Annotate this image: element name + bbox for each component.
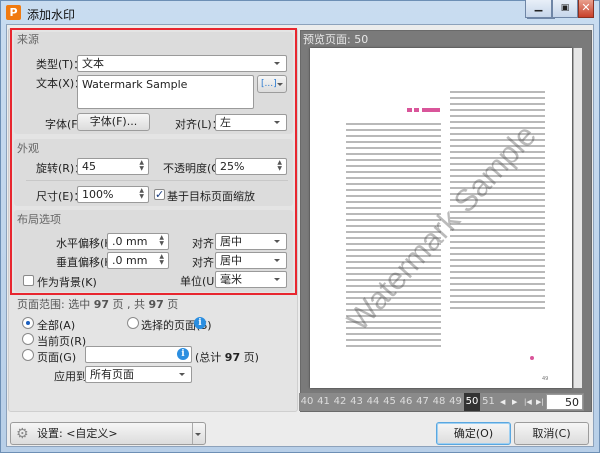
page-tab-51[interactable]: 51 <box>481 393 497 411</box>
title-bar: P 添加水印 — <box>1 1 600 25</box>
page-tab-50[interactable]: 50 <box>464 393 480 411</box>
first-page-icon[interactable]: |◀ <box>524 393 532 411</box>
page-tab-40[interactable]: 40 <box>299 393 315 411</box>
gear-icon: ⚙ <box>16 426 29 442</box>
page-tab-44[interactable]: 44 <box>365 393 381 411</box>
info-icon[interactable]: i <box>194 317 206 329</box>
pink-mark <box>407 108 412 112</box>
page-tab-48[interactable]: 48 <box>431 393 447 411</box>
highlight-box <box>10 28 297 295</box>
close-button[interactable]: ✕ <box>578 0 594 18</box>
pages-radio[interactable] <box>22 349 34 361</box>
pink-mark <box>422 108 440 112</box>
window-title: 添加水印 <box>27 8 76 22</box>
page-tab-47[interactable]: 47 <box>415 393 431 411</box>
page-tab-43[interactable]: 43 <box>349 393 365 411</box>
page-tab-41[interactable]: 41 <box>316 393 332 411</box>
info-icon[interactable]: i <box>177 348 189 360</box>
page-tab-45[interactable]: 45 <box>382 393 398 411</box>
current-page-label: 当前页(R) <box>37 335 87 348</box>
ok-button[interactable]: 确定(O) <box>436 422 511 445</box>
settings-select[interactable]: ⚙ 设置: <自定义> <box>10 422 206 445</box>
next-page-icon[interactable]: ▶ <box>512 393 517 411</box>
end-mark <box>530 356 534 360</box>
pages-input[interactable] <box>85 346 192 363</box>
selected-pages-radio[interactable] <box>127 317 139 329</box>
minimize-button-2[interactable]: ▁ <box>525 0 552 18</box>
page-tab-42[interactable]: 42 <box>332 393 348 411</box>
total-pages-label: (总计 97 页) <box>195 351 259 364</box>
app-logo-icon: P <box>6 5 21 20</box>
pink-mark <box>414 108 419 112</box>
page-number: 49 <box>542 376 549 382</box>
cancel-button[interactable]: 取消(C) <box>514 422 589 445</box>
preview-header: 预览页面: 50 <box>303 33 369 46</box>
page-number-input[interactable]: 50 <box>546 394 583 410</box>
settings-label: 设置: <自定义> <box>37 427 118 440</box>
all-pages-label: 全部(A) <box>37 319 76 332</box>
pages-label: 页面(G) <box>37 351 77 364</box>
preview-scrollbar[interactable] <box>573 48 582 388</box>
apply-to-select[interactable]: 所有页面 <box>85 366 192 383</box>
prev-page-icon[interactable]: ◀ <box>500 393 505 411</box>
page-range-header: 页面范围: 选中 97 页 , 共 97 页 <box>17 298 179 311</box>
last-page-icon[interactable]: ▶| <box>536 393 544 411</box>
all-pages-radio[interactable] <box>22 317 34 329</box>
current-page-radio[interactable] <box>22 333 34 345</box>
page-tab-46[interactable]: 46 <box>398 393 414 411</box>
restore-button[interactable]: ▣ <box>552 0 578 18</box>
page-tab-49[interactable]: 49 <box>448 393 464 411</box>
